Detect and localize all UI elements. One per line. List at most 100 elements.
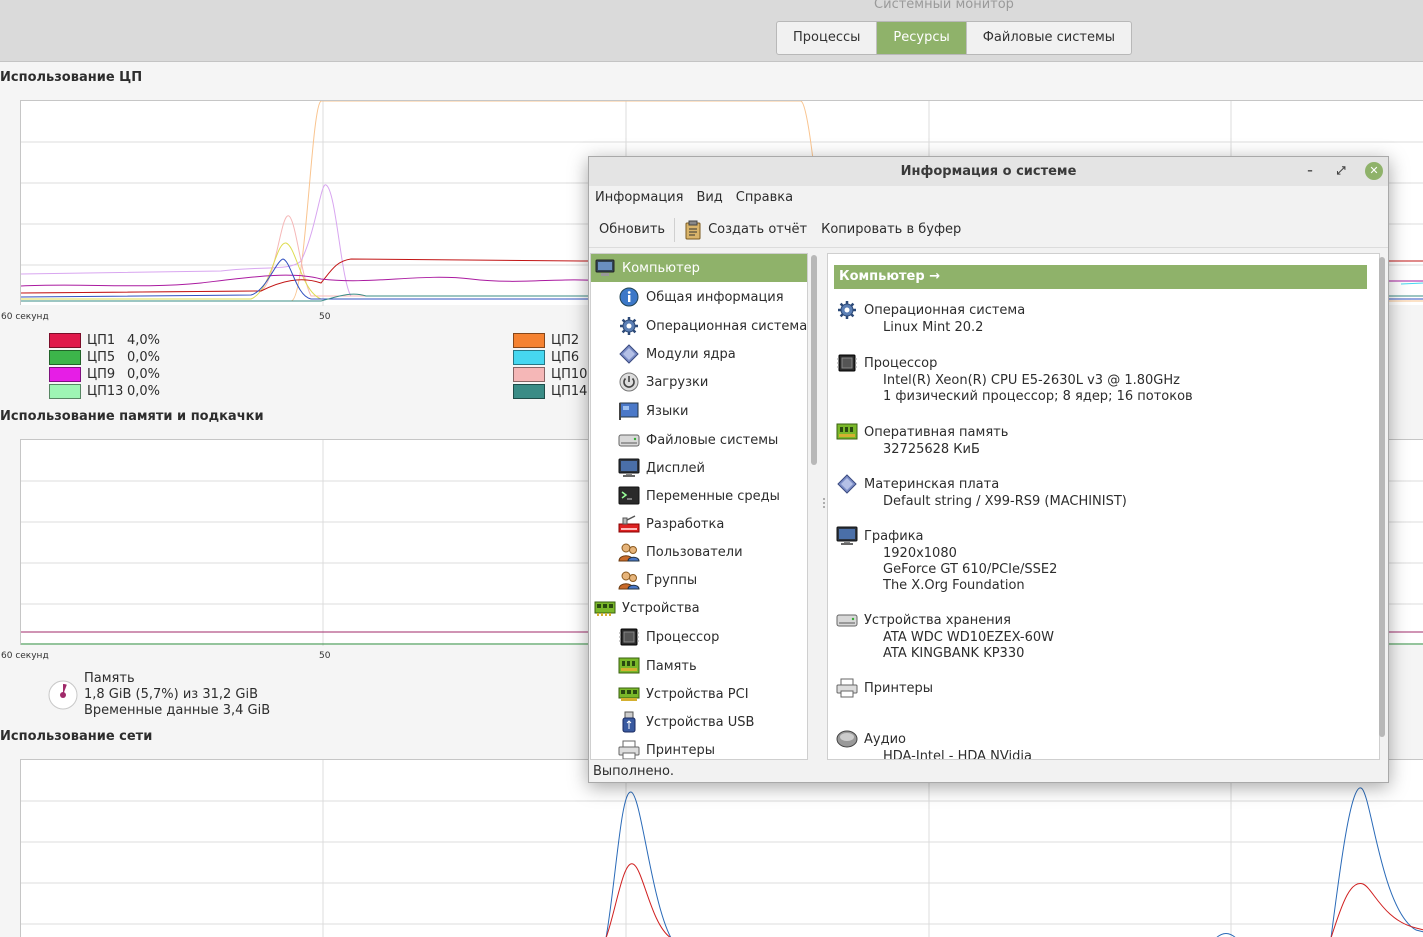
legend-swatch[interactable] <box>49 384 81 399</box>
legend-swatch[interactable] <box>513 367 545 382</box>
copy-button[interactable]: Копировать в буфер <box>821 222 961 237</box>
sysinfo-titlebar[interactable]: Информация о системе – ⤢ ✕ <box>589 157 1388 186</box>
info-section: Аудио HDA-Intel - HDA NVidia <box>836 729 1366 759</box>
toolbar-separator <box>674 217 676 242</box>
refresh-button[interactable]: Обновить <box>599 222 665 237</box>
legend-cpu14[interactable]: ЦП14 <box>513 383 591 400</box>
maximize-button[interactable]: ⤢ <box>1332 162 1350 180</box>
power-icon <box>618 371 640 393</box>
info-section: Оперативная память 32725628 КиБ <box>836 422 1366 458</box>
legend-cpu5[interactable]: ЦП5 0,0% <box>49 349 160 366</box>
legend-swatch[interactable] <box>49 367 81 382</box>
network-section-title: Использование сети <box>0 729 153 744</box>
report-button[interactable]: Создать отчёт <box>684 220 807 240</box>
legend-swatch[interactable] <box>513 384 545 399</box>
memory-label: Память <box>84 671 135 686</box>
sidebar-item-label: Устройства PCI <box>646 686 749 702</box>
sidebar-item[interactable]: Разработка <box>591 510 807 538</box>
legend-cpu13[interactable]: ЦП13 0,0% <box>49 383 160 400</box>
monitor-icon <box>618 457 640 479</box>
report-label: Создать отчёт <box>708 222 808 237</box>
info-section-title: Процессор <box>864 355 938 371</box>
sidebar-scrollbar[interactable] <box>811 255 817 465</box>
monitor-tabs: Процессы Ресурсы Файловые системы <box>776 21 1133 55</box>
sidebar-item[interactable]: Файловые системы <box>591 426 807 454</box>
sysinfo-window: Информация о системе – ⤢ ✕ Информация Ви… <box>588 156 1389 783</box>
sidebar-item[interactable]: Пользователи <box>591 538 807 566</box>
legend-swatch[interactable] <box>49 350 81 365</box>
info-section-header[interactable]: Аудио <box>836 729 1366 749</box>
sidebar-item[interactable]: Загрузки <box>591 368 807 396</box>
minimize-button[interactable]: – <box>1301 162 1319 180</box>
gear-icon <box>836 299 858 321</box>
info-section-header[interactable]: Процессор <box>836 353 1366 373</box>
legend-label: ЦП6 <box>551 350 580 365</box>
menu-info[interactable]: Информация <box>595 190 683 205</box>
tab-processes[interactable]: Процессы <box>777 22 878 54</box>
sidebar-item[interactable]: Принтеры <box>591 736 807 759</box>
sidebar-item-label: Пользователи <box>646 544 743 560</box>
info-section: Материнская плата Default string / X99-RS… <box>836 474 1366 510</box>
info-section-title: Устройства хранения <box>864 612 1011 628</box>
legend-value: 4,0% <box>127 333 161 348</box>
info-icon <box>618 286 640 308</box>
info-section-header[interactable]: Операционная система <box>836 300 1366 320</box>
close-button[interactable]: ✕ <box>1365 162 1383 180</box>
sidebar-item-label: Общая информация <box>646 289 784 305</box>
sidebar-item[interactable]: Языки <box>591 397 807 425</box>
info-section-header[interactable]: Устройства хранения <box>836 610 1366 630</box>
info-section-title: Графика <box>864 528 924 544</box>
info-section-header[interactable]: Материнская плата <box>836 474 1366 494</box>
tab-filesystems[interactable]: Файловые системы <box>967 22 1131 54</box>
terminal-icon <box>618 485 640 507</box>
sidebar-item[interactable]: Устройства USB <box>591 708 807 736</box>
legend-cpu10[interactable]: ЦП10 <box>513 366 591 383</box>
legend-swatch[interactable] <box>513 333 545 348</box>
memory-pie-icon[interactable] <box>47 679 79 711</box>
status-bar: Выполнено. <box>593 764 675 779</box>
legend-swatch[interactable] <box>513 350 545 365</box>
devices-icon <box>594 597 616 619</box>
legend-cpu6[interactable]: ЦП6 8 <box>513 349 599 366</box>
usb-icon <box>618 711 640 733</box>
network-receive-line-2 <box>1330 787 1423 937</box>
sidebar-item[interactable]: Операционная система <box>591 312 807 340</box>
info-value: Intel(R) Xeon(R) CPU E5-2630L v3 @ 1.80G… <box>883 373 1180 388</box>
sidebar-item[interactable]: Переменные среды <box>591 482 807 510</box>
legend-cpu2[interactable]: ЦП2 1 <box>513 332 599 349</box>
memory-axis-mid: 50 <box>319 651 331 661</box>
detail-scrollbar[interactable] <box>1379 257 1385 737</box>
sidebar-item[interactable]: Общая информация <box>591 283 807 311</box>
legend-value: 0,0% <box>127 350 161 365</box>
legend-swatch[interactable] <box>49 333 81 348</box>
info-section-header[interactable]: Графика <box>836 526 1366 546</box>
sidebar-item[interactable]: Процессор <box>591 623 807 651</box>
menubar: Информация Вид Справка <box>589 186 1388 208</box>
memory-axis-start: 60 секунд <box>1 651 49 661</box>
gear-icon <box>618 315 640 337</box>
legend-label: ЦП1 <box>87 333 116 348</box>
drive-icon <box>836 609 858 631</box>
sidebar-item[interactable]: Память <box>591 652 807 680</box>
legend-label: ЦП10 <box>551 367 588 382</box>
menu-help[interactable]: Справка <box>736 190 793 205</box>
legend-label: ЦП9 <box>87 367 116 382</box>
sidebar-item[interactable]: Устройства PCI <box>591 680 807 708</box>
info-section-header[interactable]: Принтеры <box>836 678 1366 698</box>
tab-resources[interactable]: Ресурсы <box>877 22 967 54</box>
sidebar-item[interactable]: Устройства <box>591 594 807 622</box>
menu-view[interactable]: Вид <box>696 190 722 205</box>
pane-splitter[interactable] <box>822 253 826 760</box>
sidebar-item[interactable]: Модули ядра <box>591 340 807 368</box>
sidebar-item[interactable]: Группы <box>591 566 807 594</box>
sidebar-item-label: Процессор <box>646 629 720 645</box>
sidebar-item[interactable]: Дисплей <box>591 454 807 482</box>
info-section-header[interactable]: Оперативная память <box>836 422 1366 442</box>
computer-icon <box>594 257 616 279</box>
pci-icon <box>618 683 640 705</box>
legend-cpu9[interactable]: ЦП9 0,0% <box>49 366 160 383</box>
sidebar-item[interactable]: Компьютер <box>591 254 807 282</box>
sidebar-item-label: Языки <box>646 403 689 419</box>
info-value: ATA KINGBANK KP330 <box>883 646 1025 661</box>
legend-cpu1[interactable]: ЦП1 4,0% <box>49 332 160 349</box>
